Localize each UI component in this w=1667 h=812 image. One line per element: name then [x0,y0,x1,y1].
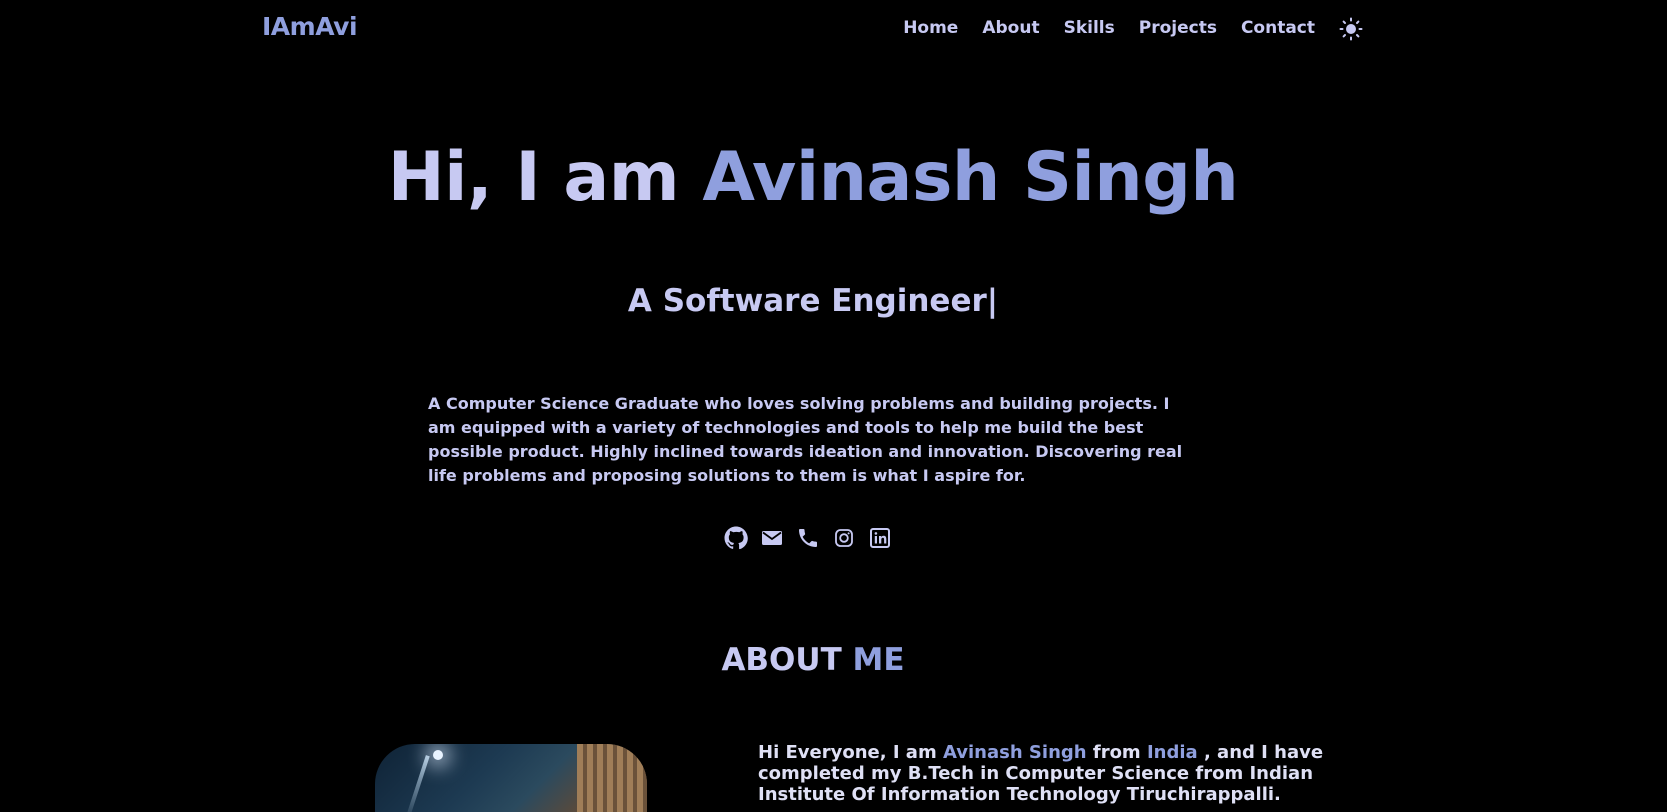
about-name: Avinash Singh [942,742,1087,763]
hero-subtitle: A Software Engineer| [0,283,1626,319]
hero-name: Avinash Singh [702,138,1239,217]
photo-lamp [433,750,443,760]
nav-about-link[interactable]: About [982,18,1039,38]
nav-home-link[interactable]: Home [903,18,958,38]
about-text-1: Hi Everyone, I am [758,742,943,763]
social-links [724,526,892,550]
nav-links: Home About Skills Projects Contact [903,18,1315,38]
phone-icon[interactable] [796,526,820,550]
about-title-part1: ABOUT [721,642,853,678]
hero-intro: A Computer Science Graduate who loves so… [428,394,1183,485]
about-photo [375,744,647,812]
typed-role: A Software Engineer [627,283,987,319]
photo-beam [404,755,430,812]
brand-logo[interactable]: IAmAvi [262,12,358,41]
about-text: Hi Everyone, I am Avinash Singh from Ind… [758,742,1378,805]
about-text-2: from [1086,742,1147,763]
about-section-title: ABOUT ME [0,642,1626,678]
hero-greeting: Hi, I am [387,138,703,217]
sun-icon[interactable] [1339,17,1363,41]
hero-title: Hi, I am Avinash Singh [0,138,1626,217]
nav-projects-link[interactable]: Projects [1139,18,1217,38]
linkedin-icon[interactable] [868,526,892,550]
nav-contact-link[interactable]: Contact [1241,18,1315,38]
github-icon[interactable] [724,526,748,550]
navbar: IAmAvi Home About Skills Projects Contac… [0,0,1667,58]
mail-icon[interactable] [760,526,784,550]
instagram-icon[interactable] [832,526,856,550]
typing-cursor: | [986,283,999,319]
about-title-part2: ME [852,642,905,678]
about-country: India [1146,742,1198,763]
nav-skills-link[interactable]: Skills [1064,18,1115,38]
photo-building [577,744,647,812]
